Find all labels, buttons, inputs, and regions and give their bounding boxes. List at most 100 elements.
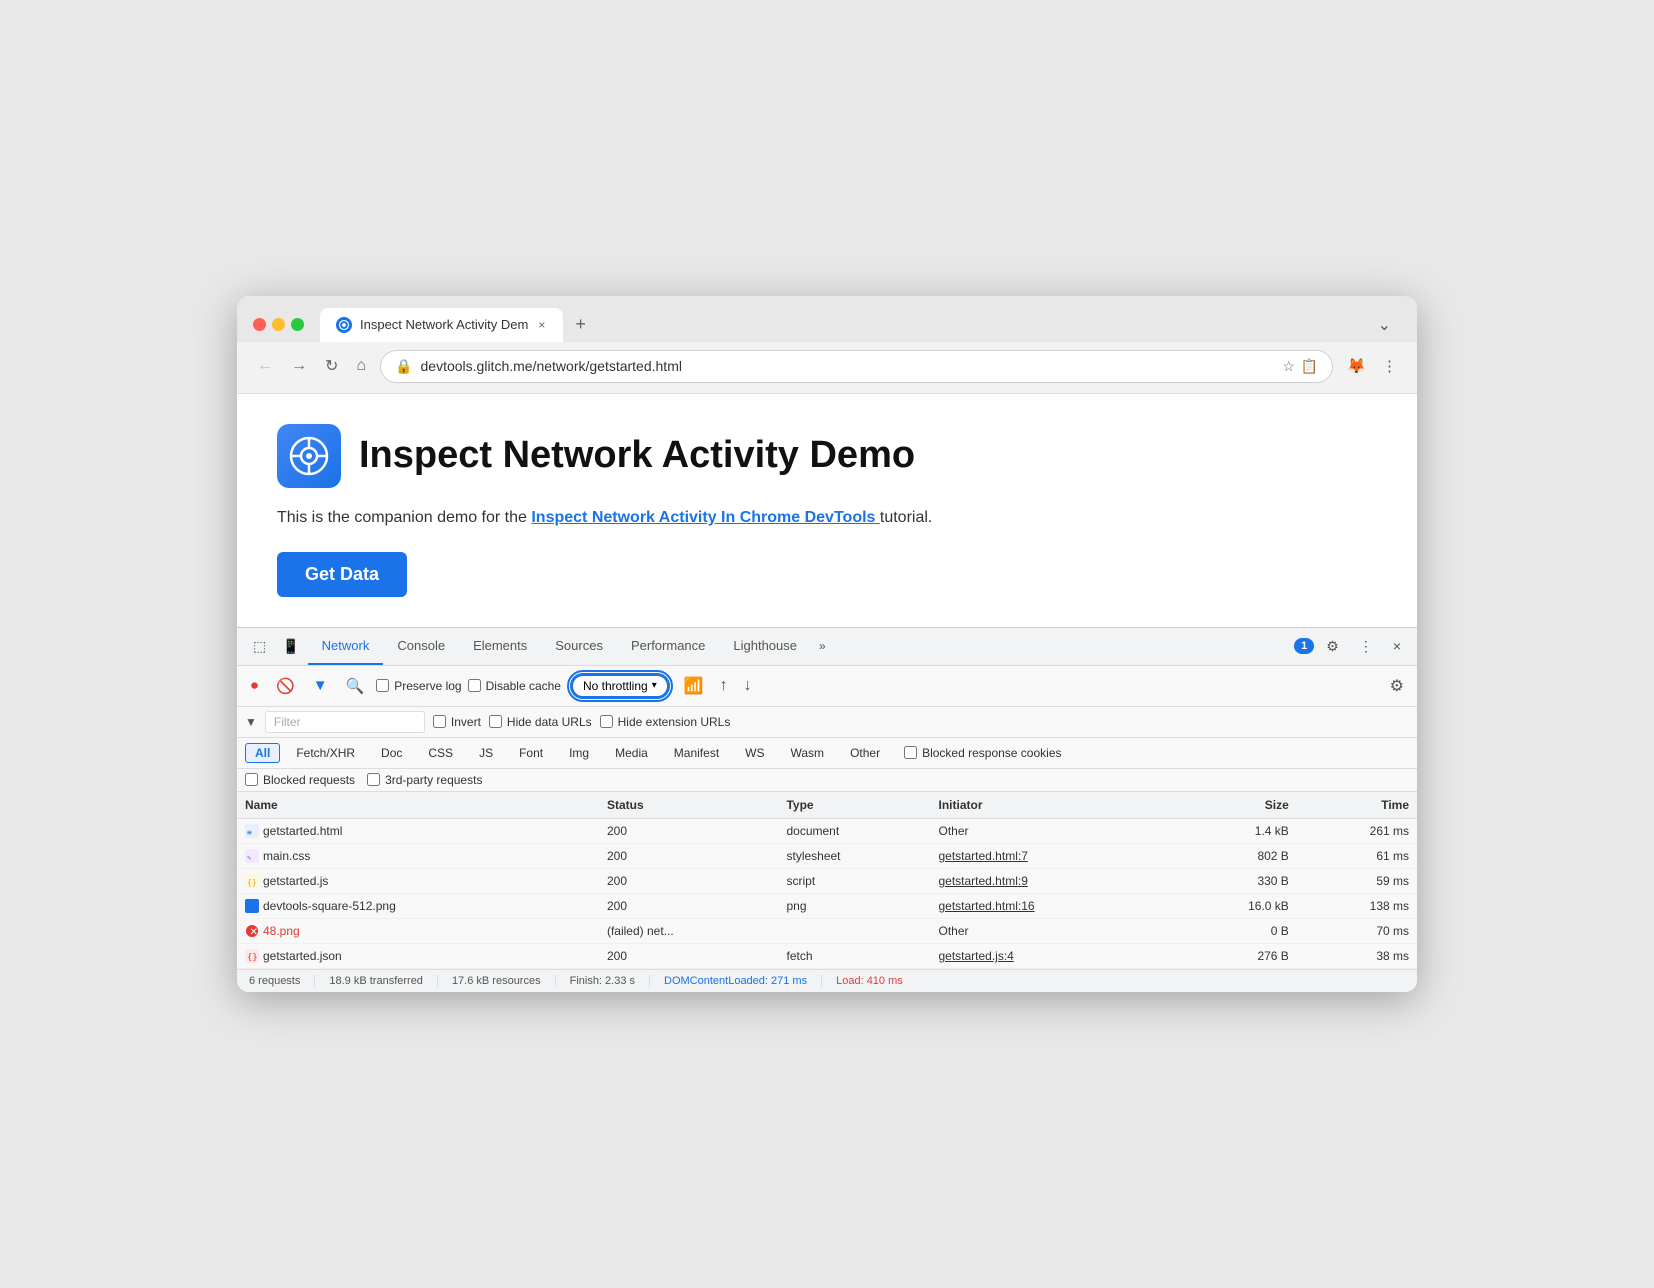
table-row[interactable]: ✕ 48.png (failed) net... Other 0 B 70 ms	[237, 919, 1417, 944]
type-ws[interactable]: WS	[735, 743, 774, 763]
blocked-cookies-label[interactable]: Blocked response cookies	[904, 746, 1061, 760]
cell-name-text[interactable]: devtools-square-512.png	[263, 899, 396, 913]
type-img[interactable]: Img	[559, 743, 599, 763]
profile-icon[interactable]: 🦊	[1343, 353, 1370, 379]
filter-toggle-button[interactable]: ▼	[307, 673, 334, 698]
tab-sources[interactable]: Sources	[541, 628, 617, 665]
minimize-traffic-light[interactable]	[272, 318, 285, 331]
hide-data-checkbox[interactable]	[489, 715, 502, 728]
throttle-selector[interactable]: No throttling ▾	[567, 670, 673, 702]
table-row[interactable]: ✎ main.css 200 stylesheet getstarted.htm…	[237, 844, 1417, 869]
col-initiator[interactable]: Initiator	[930, 792, 1173, 819]
type-media[interactable]: Media	[605, 743, 658, 763]
cell-name-text[interactable]: getstarted.js	[263, 874, 328, 888]
third-party-checkbox[interactable]	[367, 773, 380, 786]
col-name[interactable]: Name	[237, 792, 599, 819]
devtools-close-icon[interactable]: ×	[1385, 630, 1409, 662]
col-status[interactable]: Status	[599, 792, 779, 819]
cell-name[interactable]: ≡ getstarted.html	[237, 819, 599, 844]
tab-close-button[interactable]: ×	[536, 316, 547, 334]
tab-performance[interactable]: Performance	[617, 628, 719, 665]
clear-button[interactable]: 🚫	[270, 673, 301, 699]
tab-elements[interactable]: Elements	[459, 628, 541, 665]
upload-icon[interactable]: ↑	[715, 674, 733, 698]
console-badge[interactable]: 1	[1294, 638, 1314, 654]
col-size[interactable]: Size	[1174, 792, 1297, 819]
type-all[interactable]: All	[245, 743, 280, 763]
fullscreen-traffic-light[interactable]	[291, 318, 304, 331]
devtools-link[interactable]: Inspect Network Activity In Chrome DevTo…	[531, 509, 880, 526]
cell-name[interactable]: ✎ main.css	[237, 844, 599, 869]
refresh-button[interactable]: ↻	[321, 352, 342, 380]
third-party-label[interactable]: 3rd-party requests	[367, 773, 482, 787]
cell-name-text[interactable]: getstarted.json	[263, 949, 342, 963]
preserve-log-label[interactable]: Preserve log	[376, 679, 461, 693]
cell-initiator[interactable]: getstarted.html:9	[930, 869, 1173, 894]
throttle-dropdown[interactable]: No throttling ▾	[571, 674, 669, 698]
tab-lighthouse[interactable]: Lighthouse	[719, 628, 811, 665]
download-icon[interactable]: ↓	[739, 674, 757, 698]
cell-name-text[interactable]: getstarted.html	[263, 824, 342, 838]
blocked-cookies-checkbox[interactable]	[904, 746, 917, 759]
browser-window: Inspect Network Activity Dem × + ⌄ ← → ↻…	[237, 296, 1417, 993]
close-traffic-light[interactable]	[253, 318, 266, 331]
device-toolbar-icon[interactable]: 📱	[274, 630, 307, 663]
devtools-settings-icon[interactable]: ⚙	[1318, 630, 1347, 663]
disable-cache-label[interactable]: Disable cache	[468, 679, 561, 693]
cell-initiator[interactable]: getstarted.js:4	[930, 944, 1173, 969]
new-tab-button[interactable]: +	[567, 310, 594, 339]
get-data-button[interactable]: Get Data	[277, 552, 407, 597]
hide-ext-checkbox[interactable]	[600, 715, 613, 728]
forward-button[interactable]: →	[287, 353, 311, 379]
disable-cache-checkbox[interactable]	[468, 679, 481, 692]
preserve-log-checkbox[interactable]	[376, 679, 389, 692]
network-settings-icon[interactable]: ⚙	[1385, 673, 1409, 699]
type-fetch-xhr[interactable]: Fetch/XHR	[286, 743, 365, 763]
table-row[interactable]: {} getstarted.json 200 fetch getstarted.…	[237, 944, 1417, 969]
cell-name[interactable]: devtools-square-512.png	[237, 894, 599, 919]
invert-label[interactable]: Invert	[433, 715, 481, 729]
active-tab[interactable]: Inspect Network Activity Dem ×	[320, 308, 563, 342]
col-time[interactable]: Time	[1297, 792, 1417, 819]
tab-menu-button[interactable]: ⌄	[1368, 311, 1401, 339]
type-manifest[interactable]: Manifest	[664, 743, 729, 763]
table-row[interactable]: devtools-square-512.png 200 png getstart…	[237, 894, 1417, 919]
offline-icon[interactable]: 📶	[679, 673, 709, 699]
record-button[interactable]: ⏺	[245, 673, 264, 698]
type-js[interactable]: JS	[469, 743, 503, 763]
cell-status: 200	[599, 869, 779, 894]
url-bar[interactable]: 🔒 devtools.glitch.me/network/getstarted.…	[380, 350, 1333, 383]
more-icon[interactable]: ⋮	[1378, 353, 1401, 379]
cell-name[interactable]: {} getstarted.json	[237, 944, 599, 969]
cell-name-text[interactable]: main.css	[263, 849, 310, 863]
blocked-requests-checkbox[interactable]	[245, 773, 258, 786]
tab-console[interactable]: Console	[383, 628, 459, 665]
table-row[interactable]: {} getstarted.js 200 script getstarted.h…	[237, 869, 1417, 894]
table-row[interactable]: ≡ getstarted.html 200 document Other 1.4…	[237, 818, 1417, 844]
extension-icon[interactable]: 📋	[1301, 358, 1318, 375]
col-type[interactable]: Type	[778, 792, 930, 819]
inspect-element-icon[interactable]: ⬚	[245, 630, 274, 663]
cell-initiator[interactable]: getstarted.html:16	[930, 894, 1173, 919]
type-css[interactable]: CSS	[418, 743, 463, 763]
blocked-requests-label[interactable]: Blocked requests	[245, 773, 355, 787]
cell-initiator[interactable]: getstarted.html:7	[930, 844, 1173, 869]
type-wasm[interactable]: Wasm	[781, 743, 835, 763]
page-logo	[277, 424, 341, 488]
cell-name[interactable]: ✕ 48.png	[237, 919, 599, 944]
tab-network[interactable]: Network	[308, 628, 384, 665]
back-button[interactable]: ←	[253, 353, 277, 379]
type-other[interactable]: Other	[840, 743, 890, 763]
hide-data-label[interactable]: Hide data URLs	[489, 715, 592, 729]
bookmark-icon[interactable]: ☆	[1282, 358, 1295, 375]
home-button[interactable]: ⌂	[352, 353, 370, 379]
type-doc[interactable]: Doc	[371, 743, 412, 763]
type-font[interactable]: Font	[509, 743, 553, 763]
search-button[interactable]: 🔍	[340, 673, 371, 699]
filter-input-wrap[interactable]: Filter	[265, 711, 425, 733]
hide-ext-label[interactable]: Hide extension URLs	[600, 715, 731, 729]
more-tabs-button[interactable]: »	[811, 629, 834, 663]
devtools-more-icon[interactable]: ⋮	[1351, 630, 1381, 663]
invert-checkbox[interactable]	[433, 715, 446, 728]
cell-name[interactable]: {} getstarted.js	[237, 869, 599, 894]
